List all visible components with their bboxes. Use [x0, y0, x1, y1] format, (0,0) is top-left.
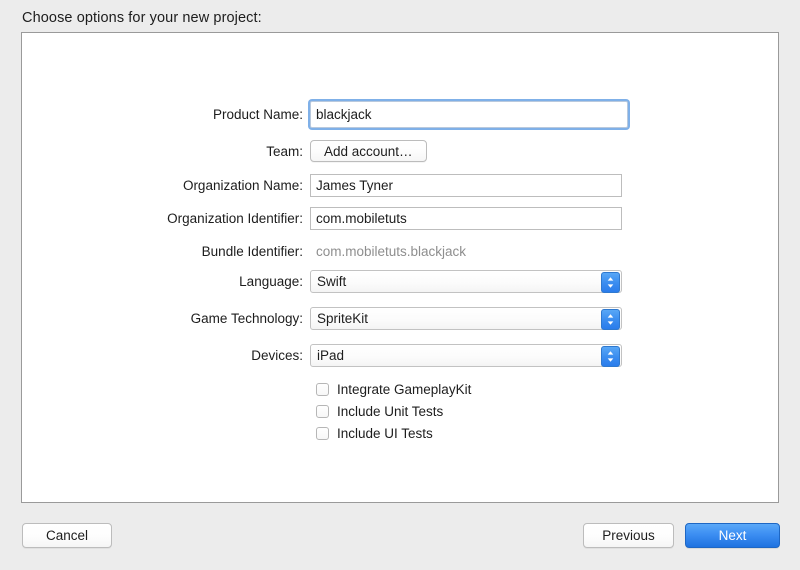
organization-identifier-label: Organization Identifier: — [167, 210, 303, 226]
devices-selected-value: iPad — [317, 347, 345, 363]
product-name-input[interactable] — [310, 100, 628, 128]
product-name-field-wrapper — [310, 100, 628, 128]
organization-name-field-wrapper — [310, 173, 622, 197]
include-ui-tests-label: Include UI Tests — [337, 425, 433, 441]
organization-identifier-field-wrapper — [310, 206, 622, 230]
page-title: Choose options for your new project: — [22, 10, 262, 26]
product-name-label: Product Name: — [212, 106, 303, 122]
team-field-wrapper: Add account… — [310, 140, 427, 162]
options-panel: Product Name: Team: Add account… Organizati… — [21, 32, 779, 503]
chevron-up-down-icon[interactable] — [601, 271, 620, 293]
add-account-button[interactable]: Add account… — [310, 140, 427, 162]
chevron-up-down-icon[interactable] — [601, 308, 620, 330]
language-selected-value: Swift — [317, 273, 347, 289]
include-unit-tests-checkbox[interactable] — [316, 404, 329, 418]
game-technology-selected-value: SpriteKit — [317, 310, 369, 326]
checkbox-row-include-ui-tests[interactable]: Include UI Tests — [22, 422, 780, 444]
form-row-bundle-identifier: Bundle Identifier: com.mobiletuts.blackja… — [22, 238, 780, 264]
include-ui-tests-checkbox[interactable] — [316, 426, 329, 440]
game-technology-popup-button[interactable]: SpriteKit — [310, 306, 622, 330]
language-field-wrapper: Swift — [310, 269, 622, 293]
chevron-up-down-icon[interactable] — [601, 345, 620, 367]
include-unit-tests-label: Include Unit Tests — [337, 403, 444, 419]
form-row-devices: Devices: iPad — [22, 342, 780, 368]
bundle-identifier-field-wrapper: com.mobiletuts.blackjack — [310, 244, 466, 259]
form-row-organization-name: Organization Name: — [22, 172, 780, 198]
organization-name-label: Organization Name: — [182, 177, 303, 193]
organization-identifier-input[interactable] — [310, 206, 622, 230]
cancel-button[interactable]: Cancel — [22, 523, 112, 548]
next-button[interactable]: Next — [685, 523, 780, 548]
checkbox-row-integrate-gameplaykit[interactable]: Integrate GameplayKit — [22, 378, 780, 400]
form-row-product-name: Product Name: — [22, 100, 780, 128]
devices-label: Devices: — [251, 347, 303, 363]
integrate-gameplaykit-label: Integrate GameplayKit — [337, 381, 472, 397]
organization-name-input[interactable] — [310, 173, 622, 197]
previous-button[interactable]: Previous — [583, 523, 674, 548]
form-row-team: Team: Add account… — [22, 138, 780, 164]
bundle-identifier-label: Bundle Identifier: — [201, 243, 303, 259]
language-label: Language: — [239, 273, 303, 289]
bundle-identifier-value: com.mobiletuts.blackjack — [316, 243, 467, 259]
new-project-options-dialog: Choose options for your new project: Pro… — [0, 0, 800, 570]
form-row-organization-identifier: Organization Identifier: — [22, 205, 780, 231]
team-label: Team: — [266, 143, 303, 159]
game-technology-field-wrapper: SpriteKit — [310, 306, 622, 330]
devices-field-wrapper: iPad — [310, 343, 622, 367]
form-row-language: Language: Swift — [22, 268, 780, 294]
devices-popup-button[interactable]: iPad — [310, 343, 622, 367]
form-row-game-technology: Game Technology: SpriteKit — [22, 305, 780, 331]
language-popup-button[interactable]: Swift — [310, 269, 622, 293]
integrate-gameplaykit-checkbox[interactable] — [316, 382, 329, 396]
game-technology-label: Game Technology: — [190, 310, 303, 326]
checkbox-row-include-unit-tests[interactable]: Include Unit Tests — [22, 400, 780, 422]
